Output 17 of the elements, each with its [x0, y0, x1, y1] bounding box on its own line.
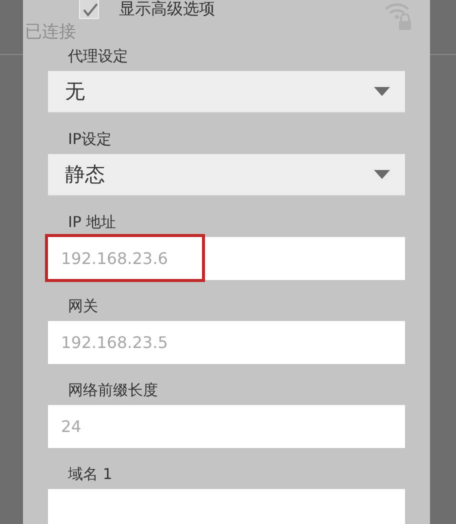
dropdown[interactable]: 静态 — [48, 154, 405, 196]
input-field[interactable] — [48, 489, 405, 524]
input-field[interactable]: 192.168.23.5 — [48, 321, 405, 364]
caret-icon — [374, 170, 390, 179]
field-label: 网关 — [67, 297, 99, 315]
dropdown[interactable]: 无 — [48, 71, 405, 113]
connection-status: 已连接 — [25, 21, 76, 43]
field-label: 网络前缀长度 — [67, 381, 159, 399]
checkbox-label[interactable]: 显示高级选项 — [119, 0, 215, 20]
input-field[interactable]: 24 — [48, 405, 405, 448]
field-label: 代理设定 — [67, 47, 129, 65]
caret-icon — [374, 87, 390, 96]
field-label: 域名 1 — [67, 465, 114, 483]
field-label: IP设定 — [67, 130, 112, 148]
input-field[interactable]: 192.168.23.6 — [48, 237, 405, 280]
field-label: IP 地址 — [67, 213, 118, 231]
checkbox[interactable] — [79, 0, 99, 19]
